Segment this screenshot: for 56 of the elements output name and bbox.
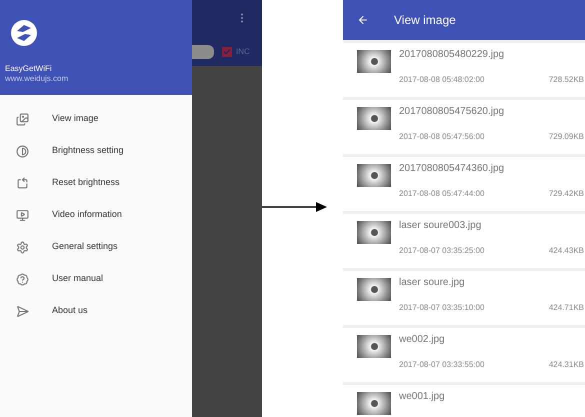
file-name: laser soure003.jpg [399, 219, 482, 232]
file-size: 424.31KB [548, 359, 584, 371]
file-name: 2017080805480229.jpg [399, 48, 506, 61]
images-icon [16, 112, 29, 126]
app-name: EasyGetWiFi [5, 64, 53, 74]
file-name: 2017080805474360.jpg [399, 162, 506, 175]
settings-icon [16, 240, 29, 254]
image-list-item[interactable]: 2017080805474360.jpg 2017-08-08 05:47:44:00 729.42KB [343, 157, 585, 211]
file-size: 729.42KB [548, 188, 584, 200]
monitor-play-icon [16, 208, 29, 222]
photo-placeholder [357, 50, 391, 73]
file-date: 2017-08-08 05:47:56:00 [399, 131, 484, 143]
image-list-item[interactable]: we002.jpg 2017-08-07 03:33:55:00 424.31KB [343, 328, 585, 382]
image-list-item[interactable]: we001.jpg [343, 385, 585, 417]
file-date: 2017-08-08 05:47:44:00 [399, 188, 484, 200]
help-icon [16, 272, 29, 286]
website-text: www.weidujs.com [5, 74, 70, 84]
image-list-item[interactable]: 2017080805480229.jpg 2017-08-08 05:48:02:00 728.52KB [343, 43, 585, 97]
photo-placeholder [357, 335, 391, 358]
back-icon[interactable] [357, 14, 369, 26]
text-field[interactable] [192, 45, 214, 59]
file-name: laser soure.jpg [399, 276, 466, 289]
file-name: we002.jpg [399, 333, 446, 346]
photo-placeholder [357, 278, 391, 301]
photo-placeholder [357, 107, 391, 130]
file-size: 424.43KB [548, 245, 584, 257]
image-list-item[interactable]: 2017080805475620.jpg 2017-08-08 05:47:56:00 729.09KB [343, 100, 585, 154]
drawer-menu-item[interactable]: View image [0, 103, 192, 135]
right-arrow [262, 202, 327, 212]
drawer-menu-item[interactable]: About us [0, 295, 192, 327]
file-date: 2017-08-07 03:33:55:00 [399, 359, 484, 371]
photo-placeholder [357, 221, 391, 244]
image-list-item[interactable]: laser soure003.jpg 2017-08-07 03:35:25:00 424.43KB [343, 214, 585, 268]
file-size: 729.09KB [548, 131, 584, 143]
file-size: 728.52KB [548, 74, 584, 86]
file-size: 424.71KB [548, 302, 584, 314]
photo-placeholder [357, 392, 391, 415]
contrast-icon [16, 144, 29, 158]
drawer-menu-item[interactable]: Brightness setting [0, 135, 192, 167]
screen-title: View image [394, 12, 456, 29]
drawer-menu-item[interactable]: User manual [0, 263, 192, 295]
app-logo-icon [11, 20, 37, 46]
drawer-menu-item[interactable]: Video information [0, 199, 192, 231]
rotate-square-icon [16, 176, 29, 190]
drawer-menu-item[interactable]: Reset brightness [0, 167, 192, 199]
file-date: 2017-08-07 03:35:10:00 [399, 302, 484, 314]
send-icon [16, 304, 29, 318]
image-list-item[interactable]: laser soure.jpg 2017-08-07 03:35:10:00 424.71KB [343, 271, 585, 325]
file-name: we001.jpg [399, 390, 446, 403]
checkbox[interactable] [222, 47, 232, 57]
file-date: 2017-08-08 05:48:02:00 [399, 74, 484, 86]
file-name: 2017080805475620.jpg [399, 105, 506, 118]
file-date: 2017-08-07 03:35:25:00 [399, 245, 484, 257]
checkbox-label: INC [236, 46, 250, 58]
photo-placeholder [357, 164, 391, 187]
drawer-menu-item[interactable]: General settings [0, 231, 192, 263]
